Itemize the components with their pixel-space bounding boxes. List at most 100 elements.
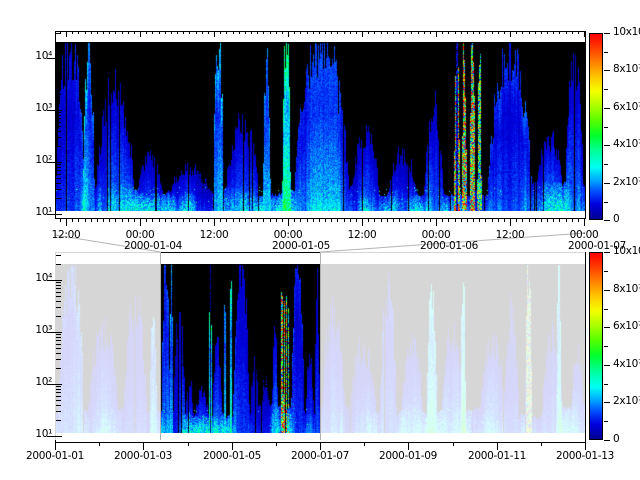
x-minor-tick-top bbox=[220, 31, 221, 34]
y-minor-tick bbox=[56, 255, 61, 256]
y-minor-tick bbox=[56, 79, 61, 80]
x-minor-tick-top bbox=[393, 31, 394, 34]
x-minor-tick bbox=[337, 218, 338, 222]
x-minor-tick-top bbox=[424, 31, 425, 34]
x-minor-tick bbox=[128, 218, 129, 222]
colorbar-tick bbox=[604, 33, 610, 34]
x-minor-tick-top bbox=[202, 31, 203, 34]
x-major-tick bbox=[320, 442, 321, 450]
x-minor-tick bbox=[183, 218, 184, 222]
x-minor-tick-top bbox=[122, 31, 123, 34]
x-minor-tick bbox=[188, 442, 189, 446]
y-tick-label: 10² bbox=[24, 154, 52, 166]
x-minor-tick-top bbox=[485, 31, 486, 34]
x-minor-tick-top bbox=[313, 31, 314, 34]
y-minor-tick bbox=[56, 400, 61, 401]
x-tick-date-label: 2000-01-09 bbox=[379, 450, 437, 462]
x-minor-tick bbox=[411, 218, 412, 222]
colorbar-tick-label: 10x10⁷ bbox=[613, 245, 640, 257]
y-minor-tick bbox=[56, 131, 61, 132]
x-minor-tick bbox=[85, 218, 86, 222]
x-minor-tick bbox=[418, 218, 419, 222]
y-minor-tick bbox=[56, 122, 61, 123]
x-minor-tick bbox=[356, 218, 357, 222]
x-minor-tick bbox=[405, 218, 406, 222]
x-major-tick-top bbox=[436, 31, 437, 37]
y-minor-tick bbox=[56, 146, 61, 147]
y-minor-tick bbox=[56, 112, 61, 113]
x-major-tick bbox=[288, 218, 289, 226]
x-minor-tick-top bbox=[405, 31, 406, 34]
colorbar-tick-label: 6x10⁷ bbox=[613, 320, 640, 332]
y-minor-tick bbox=[56, 94, 61, 95]
spectrogram-figure: 12:0000:002000-01-0412:0000:002000-01-05… bbox=[0, 0, 640, 480]
x-minor-tick-top bbox=[418, 31, 419, 34]
x-major-tick bbox=[66, 218, 67, 226]
x-tick-date-label: 2000-01-13 bbox=[556, 450, 614, 462]
x-tick-date-label: 2000-01-06 bbox=[420, 240, 478, 252]
y-major-tick bbox=[47, 162, 62, 163]
y-tick-label: 10¹ bbox=[24, 428, 52, 440]
y-minor-tick bbox=[56, 386, 61, 387]
x-minor-tick bbox=[553, 218, 554, 222]
y-major-tick bbox=[47, 110, 62, 111]
x-minor-tick bbox=[529, 218, 530, 222]
x-minor-tick bbox=[559, 218, 560, 222]
x-major-tick bbox=[362, 218, 363, 226]
colorbar-tick-label: 6x10⁷ bbox=[613, 101, 640, 113]
x-minor-tick-top bbox=[257, 31, 258, 34]
y-minor-tick bbox=[56, 264, 61, 265]
x-minor-tick-top bbox=[159, 31, 160, 34]
y-minor-tick bbox=[56, 137, 61, 138]
y-minor-tick bbox=[56, 296, 61, 297]
y-minor-tick bbox=[56, 292, 61, 293]
x-minor-tick-top bbox=[455, 31, 456, 34]
x-major-tick bbox=[510, 218, 511, 226]
x-minor-tick-top bbox=[146, 31, 147, 34]
x-major-tick bbox=[214, 218, 215, 226]
x-minor-tick bbox=[159, 218, 160, 222]
colorbar-tick-label: 8x10⁷ bbox=[613, 63, 640, 75]
y-minor-tick bbox=[56, 392, 61, 393]
x-major-tick-top bbox=[214, 31, 215, 37]
x-minor-tick bbox=[344, 218, 345, 222]
x-minor-tick bbox=[245, 218, 246, 222]
x-minor-tick-top bbox=[115, 31, 116, 34]
x-minor-tick-top bbox=[559, 31, 560, 34]
colorbar-tick bbox=[604, 290, 610, 291]
x-minor-tick bbox=[307, 218, 308, 222]
x-minor-tick bbox=[134, 218, 135, 222]
x-major-tick bbox=[143, 442, 144, 450]
x-major-tick-top bbox=[288, 31, 289, 37]
x-minor-tick-top bbox=[498, 31, 499, 34]
x-tick-time-label: 12:00 bbox=[496, 229, 525, 241]
x-minor-tick bbox=[504, 218, 505, 222]
x-minor-tick-top bbox=[134, 31, 135, 34]
x-minor-tick bbox=[522, 218, 523, 222]
x-minor-tick bbox=[270, 218, 271, 222]
context-wash-right bbox=[320, 252, 585, 440]
x-minor-tick bbox=[541, 442, 542, 446]
x-minor-tick bbox=[196, 218, 197, 222]
y-minor-tick bbox=[56, 74, 61, 75]
x-minor-tick bbox=[547, 218, 548, 222]
x-major-tick bbox=[140, 218, 141, 226]
x-tick-date-label: 2000-01-07 bbox=[291, 450, 349, 462]
colorbar-tick-label: 10x10⁷ bbox=[613, 26, 640, 38]
colorbar-minor-tick bbox=[604, 271, 608, 272]
y-major-tick bbox=[47, 280, 62, 281]
x-minor-tick bbox=[109, 218, 110, 222]
x-minor-tick-top bbox=[226, 31, 227, 34]
x-minor-tick bbox=[331, 218, 332, 222]
x-minor-tick bbox=[479, 218, 480, 222]
x-tick-time-label: 12:00 bbox=[200, 229, 229, 241]
y-minor-tick bbox=[56, 359, 61, 360]
x-minor-tick bbox=[220, 218, 221, 222]
x-minor-tick bbox=[78, 218, 79, 222]
x-minor-tick-top bbox=[448, 31, 449, 34]
x-minor-tick bbox=[146, 218, 147, 222]
x-minor-tick-top bbox=[177, 31, 178, 34]
colorbar-tick-label: 2x10⁷ bbox=[613, 395, 640, 407]
x-minor-tick bbox=[516, 218, 517, 222]
colorbar-tick-label: 4x10⁷ bbox=[613, 358, 640, 370]
